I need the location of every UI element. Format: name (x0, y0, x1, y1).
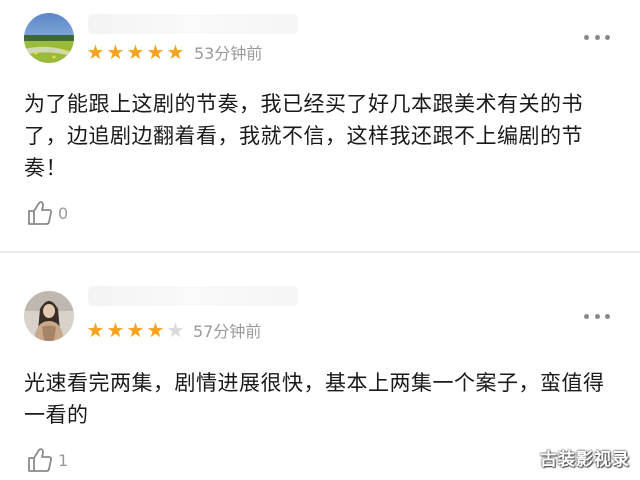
username-blurred[interactable] (88, 14, 298, 34)
review-card: ★ ★ ★ ★ ★ 53分钟前 为了能跟上这剧的节奏，我已经买了好几本跟美术有关的书了，… (0, 0, 640, 251)
username-blurred[interactable] (88, 286, 298, 306)
star-rating: ★ ★ ★ ★ ★ (86, 318, 185, 343)
like-count: 1 (58, 450, 69, 470)
like-button[interactable]: 0 (26, 199, 68, 227)
review-text: 光速看完两集，剧情进展很快，基本上两集一个案子，蛮值得一看的 (24, 371, 605, 427)
more-dots-icon[interactable] (584, 32, 610, 42)
landscape-avatar-icon (24, 13, 74, 63)
star-icon: ★ (126, 40, 145, 64)
star-icon: ★ (126, 318, 145, 342)
thumbs-up-icon (28, 201, 52, 225)
user-avatar[interactable] (24, 13, 74, 63)
review-time: 57分钟前 (193, 322, 262, 341)
user-avatar[interactable] (24, 291, 74, 341)
person-avatar-icon (24, 291, 74, 341)
more-dots-icon[interactable] (584, 311, 610, 321)
star-icon: ★ (146, 318, 165, 342)
star-icon: ★ (86, 318, 105, 342)
reviews-page: ★ ★ ★ ★ ★ 53分钟前 为了能跟上这剧的节奏，我已经买了好几本跟美术有关的书了，… (0, 0, 640, 480)
like-count: 0 (58, 203, 69, 223)
star-icon: ★ (106, 40, 125, 64)
star-icon: ★ (166, 318, 185, 342)
star-icon: ★ (106, 318, 125, 342)
star-icon: ★ (166, 40, 185, 64)
thumbs-up-icon (28, 448, 52, 472)
review-text: 为了能跟上这剧的节奏，我已经买了好几本跟美术有关的书了，边追剧边翻着看，我就不信… (24, 92, 583, 180)
star-icon: ★ (86, 40, 105, 64)
star-icon: ★ (146, 40, 165, 64)
watermark: 古装影视录 (540, 450, 630, 470)
star-rating: ★ ★ ★ ★ ★ (86, 40, 185, 65)
like-button[interactable]: 1 (26, 446, 68, 474)
review-time: 53分钟前 (194, 44, 263, 63)
